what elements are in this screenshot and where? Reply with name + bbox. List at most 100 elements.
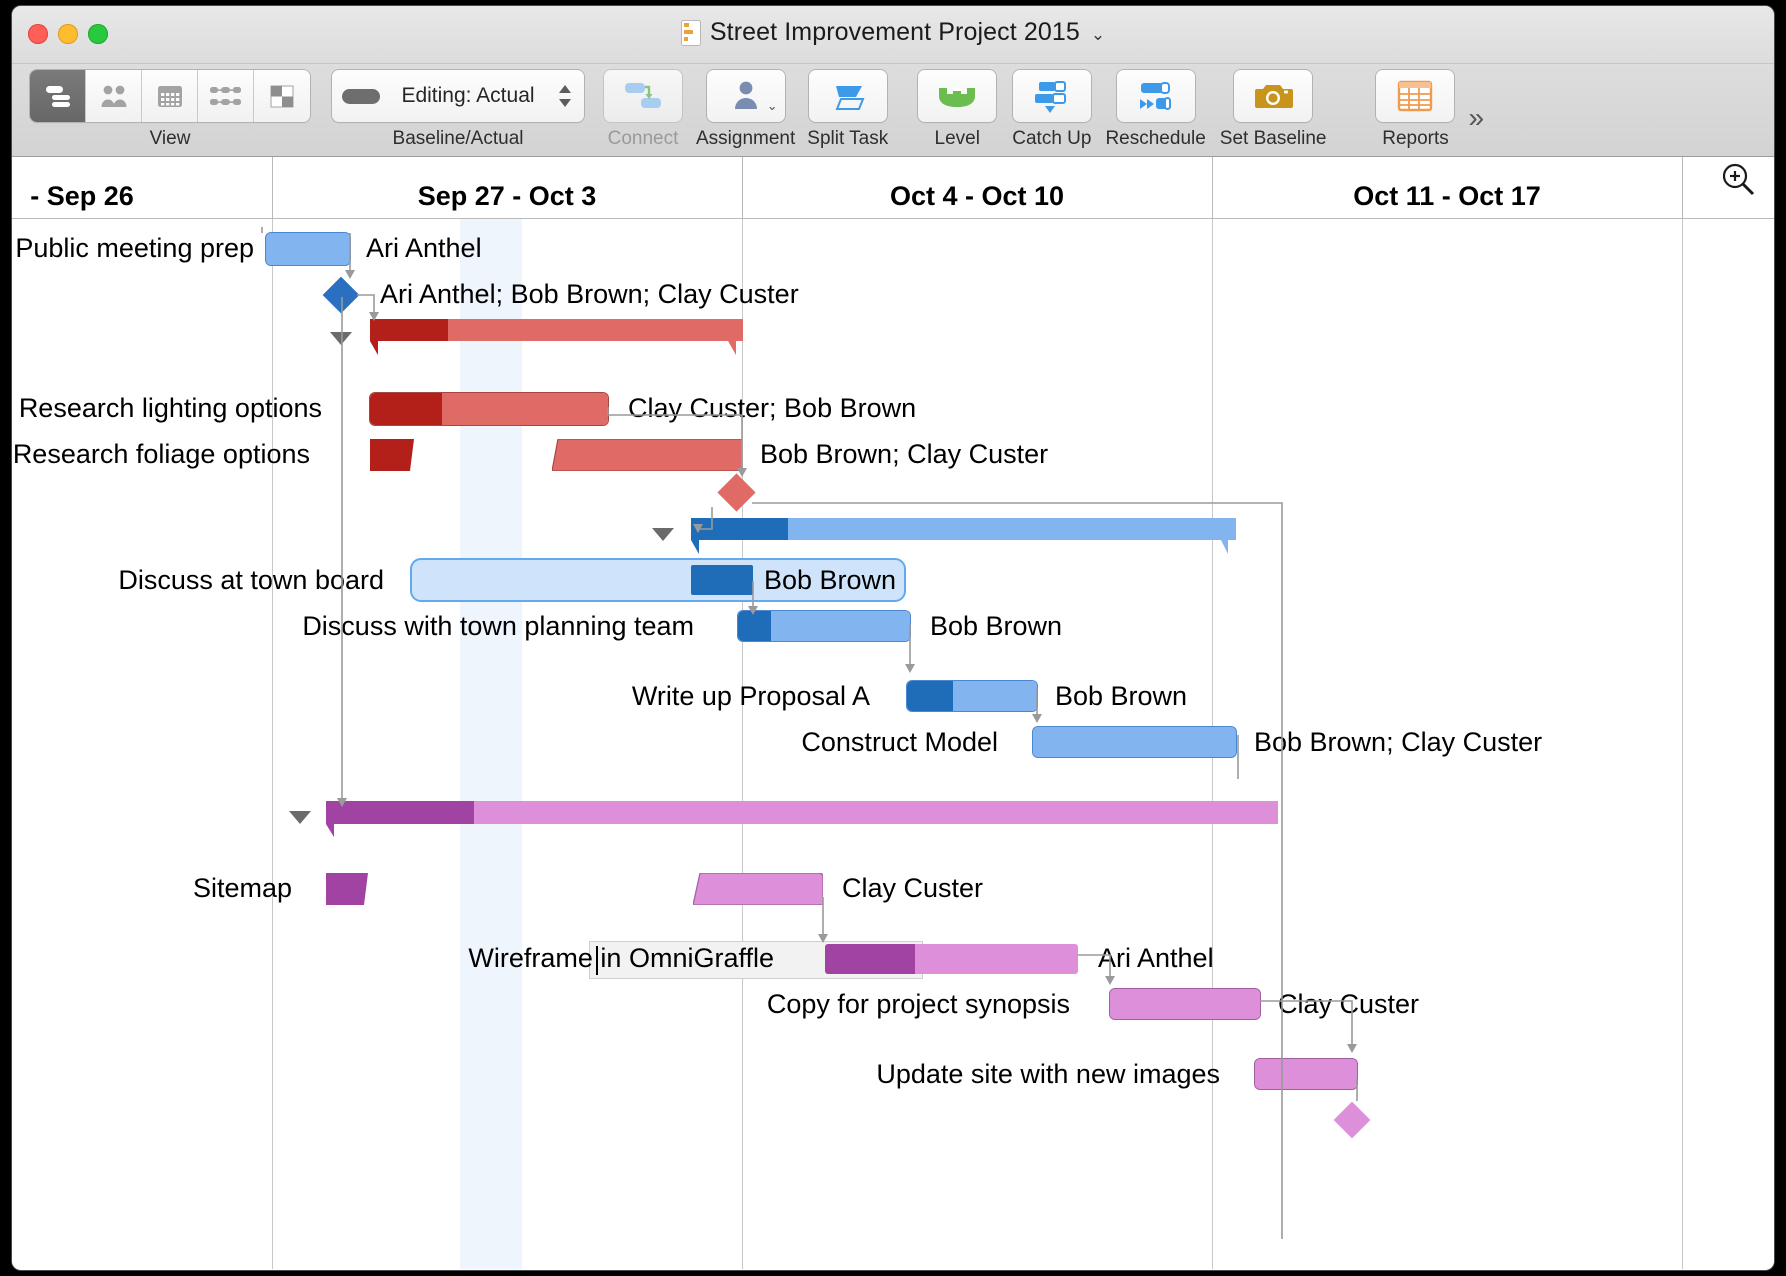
summary-bar[interactable]: [370, 319, 750, 360]
level-caption: Level: [934, 128, 980, 149]
network-view-button[interactable]: [198, 70, 254, 122]
split-task-group: Split Task: [807, 70, 888, 150]
table-row[interactable]: Copy for project synopsis Clay Custer: [12, 981, 1774, 1027]
connect-button[interactable]: [604, 70, 682, 122]
table-row[interactable]: Write up Proposal A Bob Brown: [12, 673, 1774, 719]
omniplan-window: Street Improvement Project 2015 ⌄ View E…: [12, 6, 1774, 1270]
assignee-label: Bob Brown: [764, 564, 897, 595]
reschedule-button[interactable]: [1116, 70, 1195, 122]
calendar-view-button[interactable]: [142, 70, 198, 122]
reports-button[interactable]: [1376, 70, 1455, 122]
task-bar-baseline-segment[interactable]: [326, 873, 372, 910]
timeline-column-2: Oct 4 - Oct 10: [889, 181, 1065, 211]
milestone-marker[interactable]: [717, 473, 756, 512]
table-row[interactable]: Ari Anthel; Bob Brown; Clay Custer: [12, 271, 1774, 317]
catch-up-caption: Catch Up: [1012, 128, 1092, 149]
set-baseline-group: Set Baseline: [1219, 70, 1327, 150]
assignment-button[interactable]: ⌄: [706, 70, 785, 122]
document-title-group[interactable]: Street Improvement Project 2015 ⌄: [12, 18, 1774, 47]
summary-bar[interactable]: [691, 518, 1243, 559]
window-title: Street Improvement Project 2015: [709, 18, 1080, 46]
set-baseline-button[interactable]: [1234, 70, 1313, 122]
disclosure-triangle[interactable]: [330, 332, 352, 345]
connect-group: Connect: [604, 70, 682, 150]
task-bar[interactable]: [1033, 727, 1236, 757]
split-task-button[interactable]: [808, 70, 887, 122]
table-row[interactable]: Discuss with town planning team Bob Brow…: [12, 603, 1774, 649]
milestone-marker[interactable]: [322, 276, 360, 314]
table-row[interactable]: Update site with new images: [12, 1051, 1774, 1097]
gantt-view-button[interactable]: [30, 70, 86, 122]
assignee-label: Bob Brown: [930, 610, 1063, 641]
task-bar[interactable]: [825, 944, 1078, 974]
reports-group: Reports: [1376, 70, 1455, 150]
disclosure-triangle[interactable]: [652, 528, 674, 541]
assignee-label: Clay Custer; Bob Brown: [628, 392, 917, 423]
gantt-chart[interactable]: - Sep 26 Sep 27 - Oct 3 Oct 4 - Oct 10 O…: [12, 157, 1774, 1269]
table-row[interactable]: Research lighting options Clay Custer; B…: [12, 385, 1774, 431]
milestone-marker[interactable]: [1333, 1101, 1371, 1139]
title-bar: Street Improvement Project 2015 ⌄: [12, 6, 1774, 64]
table-row[interactable]: [12, 1097, 1774, 1143]
table-row[interactable]: [12, 509, 1774, 555]
task-name: Research lighting options: [18, 392, 322, 423]
chevron-down-icon[interactable]: ⌄: [767, 98, 778, 114]
task-bar[interactable]: [738, 611, 910, 641]
zoom-in-icon[interactable]: [1720, 161, 1758, 204]
task-name: Wireframe in OmniGraffle: [468, 942, 774, 973]
resource-view-button[interactable]: [86, 70, 142, 122]
timeline-header[interactable]: - Sep 26 Sep 27 - Oct 3 Oct 4 - Oct 10 O…: [12, 157, 1774, 219]
task-name: Sitemap: [192, 872, 292, 903]
set-baseline-caption: Set Baseline: [1219, 128, 1327, 149]
timeline-column-3: Oct 11 - Oct 17: [1353, 181, 1541, 211]
task-bar[interactable]: [266, 233, 350, 265]
task-name: Copy for project synopsis: [766, 988, 1070, 1019]
catch-up-button[interactable]: [1012, 70, 1091, 122]
split-task-caption: Split Task: [807, 128, 889, 149]
table-row[interactable]: [12, 317, 1774, 363]
toolbar: View Editing: Actual Baseline/Actual Con…: [12, 64, 1774, 157]
assignee-label: Bob Brown: [1055, 680, 1188, 711]
summary-bar[interactable]: [326, 801, 1278, 842]
catch-up-group: Catch Up: [1012, 70, 1091, 150]
level-button[interactable]: [918, 70, 997, 122]
task-bar[interactable]: [370, 393, 608, 425]
task-bar[interactable]: [692, 872, 824, 910]
dashboard-view-button[interactable]: [254, 70, 310, 122]
disclosure-triangle[interactable]: [289, 811, 311, 824]
task-name: Write up Proposal A: [631, 680, 870, 711]
view-segmented-control[interactable]: [30, 70, 310, 122]
task-name: Construct Model: [801, 726, 998, 757]
stepper-icon[interactable]: [556, 82, 574, 110]
level-group: Level: [918, 70, 997, 150]
task-bar[interactable]: [691, 565, 753, 595]
table-row[interactable]: Discuss at town board Bob Brown: [12, 557, 1774, 603]
assignee-label: Ari Anthel: [1098, 942, 1214, 973]
toolbar-overflow-button[interactable]: »: [1468, 102, 1483, 134]
reschedule-group: Reschedule: [1105, 70, 1206, 150]
table-row[interactable]: Wireframe in OmniGraffle Ari Anthel: [12, 935, 1774, 981]
chevron-down-icon[interactable]: ⌄: [1091, 25, 1105, 45]
task-bar[interactable]: [1255, 1059, 1357, 1089]
table-row[interactable]: Sitemap Clay Custer: [12, 865, 1774, 911]
assignee-label: Clay Custer: [842, 872, 984, 903]
task-name: Update site with new images: [876, 1058, 1220, 1089]
reschedule-caption: Reschedule: [1105, 128, 1206, 149]
reports-caption: Reports: [1382, 128, 1449, 149]
table-row[interactable]: Public meeting prep Ari Anthel: [12, 225, 1774, 271]
task-name: Discuss at town board: [118, 564, 384, 595]
task-bar[interactable]: [1110, 989, 1260, 1019]
timeline-column-0: - Sep 26: [30, 181, 134, 211]
table-row[interactable]: [12, 787, 1774, 837]
baseline-actual-popup[interactable]: Editing: Actual: [332, 70, 584, 122]
task-name: Discuss with town planning team: [302, 610, 694, 641]
assignee-label: Clay Custer: [1278, 988, 1420, 1019]
baseline-group-caption: Baseline/Actual: [392, 128, 524, 149]
timeline-column-1: Sep 27 - Oct 3: [417, 181, 597, 211]
gantt-grid[interactable]: Public meeting prep Ari Anthel Ari Anthe…: [12, 219, 1774, 1269]
task-bar[interactable]: [907, 681, 1037, 711]
assignee-label: Bob Brown; Clay Custer: [1254, 726, 1543, 757]
table-row[interactable]: [12, 467, 1774, 513]
baseline-actual-group: Editing: Actual Baseline/Actual: [332, 70, 584, 150]
table-row[interactable]: Construct Model Bob Brown; Clay Custer: [12, 719, 1774, 765]
